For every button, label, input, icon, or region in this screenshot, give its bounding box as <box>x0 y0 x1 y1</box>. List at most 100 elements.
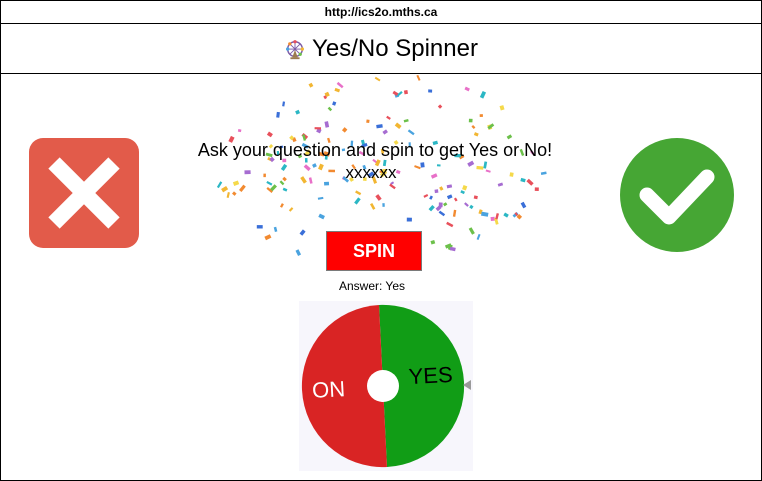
confetti-piece <box>282 187 288 192</box>
confetti-piece <box>473 132 479 137</box>
confetti-piece <box>443 202 448 207</box>
confetti-piece <box>282 101 286 107</box>
confetti-piece <box>453 197 458 202</box>
confetti-piece <box>479 114 483 117</box>
confetti-piece <box>324 121 330 128</box>
confetti-piece <box>435 205 442 212</box>
checkmark-icon <box>620 138 734 252</box>
confetti-piece <box>423 194 429 198</box>
confetti-piece <box>244 170 251 175</box>
confetti-piece <box>355 190 362 196</box>
question-prompt: Ask your question and spin to get Yes or… <box>197 140 553 160</box>
confetti-piece <box>232 191 237 196</box>
question-input[interactable]: xxxxxx <box>261 163 481 183</box>
spinner-label-yes: YES <box>408 362 453 389</box>
confetti-piece <box>264 234 272 241</box>
confetti-piece <box>406 217 412 222</box>
browser-frame: http://ics2o.mths.ca Yes/No Spinner Ask … <box>0 0 762 481</box>
confetti-piece <box>446 221 454 228</box>
confetti-piece <box>394 122 402 129</box>
confetti-piece <box>318 213 325 220</box>
confetti-piece <box>382 129 388 135</box>
confetti-piece <box>280 203 284 208</box>
confetti-piece <box>428 89 433 93</box>
x-mark-icon <box>29 138 139 248</box>
confetti-piece <box>464 202 469 207</box>
confetti-piece <box>370 202 376 210</box>
confetti-piece <box>288 207 294 212</box>
confetti-piece <box>299 229 306 236</box>
confetti-piece <box>446 194 453 200</box>
confetti-piece <box>403 90 408 95</box>
confetti-piece <box>534 187 539 191</box>
confetti-piece <box>483 161 488 169</box>
confetti-piece <box>485 169 491 173</box>
confetti-piece <box>430 239 436 245</box>
confetti-piece <box>382 203 385 207</box>
confetti-piece <box>516 214 523 220</box>
confetti-piece <box>503 212 509 218</box>
url-bar[interactable]: http://ics2o.mths.ca <box>1 1 761 24</box>
confetti-piece <box>416 74 421 81</box>
confetti-piece <box>276 111 280 118</box>
confetti-piece <box>506 134 513 140</box>
confetti-piece <box>476 233 481 240</box>
confetti-piece <box>374 76 381 82</box>
confetti-piece <box>444 243 452 249</box>
confetti-piece <box>221 185 229 193</box>
confetti-piece <box>327 106 333 112</box>
confetti-piece <box>460 190 465 195</box>
confetti-piece <box>512 211 519 218</box>
confetti-piece <box>324 91 330 98</box>
confetti-piece <box>499 105 505 111</box>
spinner-hub <box>367 370 399 402</box>
confetti-piece <box>429 195 433 200</box>
confetti-piece <box>308 82 314 88</box>
confetti-piece <box>520 201 527 209</box>
confetti-piece <box>323 95 328 100</box>
url-text: http://ics2o.mths.ca <box>324 5 438 19</box>
confetti-piece <box>509 172 514 177</box>
confetti-piece <box>270 184 277 192</box>
confetti-piece <box>438 202 443 208</box>
confetti-piece <box>336 81 344 89</box>
confetti-piece <box>514 212 519 217</box>
confetti-piece <box>497 182 504 187</box>
confetti-piece <box>452 209 457 217</box>
confetti-piece <box>266 131 273 138</box>
answer-label: Answer: Yes <box>338 279 406 293</box>
confetti-piece <box>487 123 495 130</box>
confetti-piece <box>447 244 453 251</box>
page-header: Yes/No Spinner <box>1 24 761 74</box>
confetti-piece <box>478 209 483 215</box>
confetti-piece <box>437 104 443 109</box>
confetti-piece <box>403 118 409 123</box>
confetti-piece <box>464 86 470 92</box>
confetti-piece <box>434 189 439 194</box>
confetti-piece <box>216 181 223 189</box>
confetti-piece <box>495 213 499 220</box>
confetti-piece <box>386 115 391 120</box>
confetti-piece <box>490 216 495 221</box>
confetti-piece <box>317 196 324 200</box>
confetti-piece <box>226 192 230 198</box>
spin-button[interactable]: SPIN <box>326 231 422 271</box>
confetti-piece <box>469 204 474 210</box>
confetti-piece <box>334 87 341 93</box>
confetti-piece <box>256 225 263 229</box>
confetti-piece <box>407 129 415 136</box>
confetti-piece <box>316 128 322 134</box>
confetti-piece <box>366 119 370 123</box>
confetti-piece <box>438 210 446 217</box>
confetti-piece <box>266 187 273 193</box>
spinner-wheel[interactable]: YES ON <box>299 301 473 471</box>
confetti-piece <box>468 227 475 235</box>
confetti-piece <box>295 249 302 256</box>
confetti-piece <box>449 246 456 252</box>
confetti-piece <box>354 197 361 205</box>
confetti-piece <box>239 184 246 193</box>
confetti-piece <box>392 90 399 96</box>
confetti-piece <box>301 132 309 140</box>
confetti-piece <box>396 91 403 97</box>
confetti-piece <box>487 124 493 130</box>
